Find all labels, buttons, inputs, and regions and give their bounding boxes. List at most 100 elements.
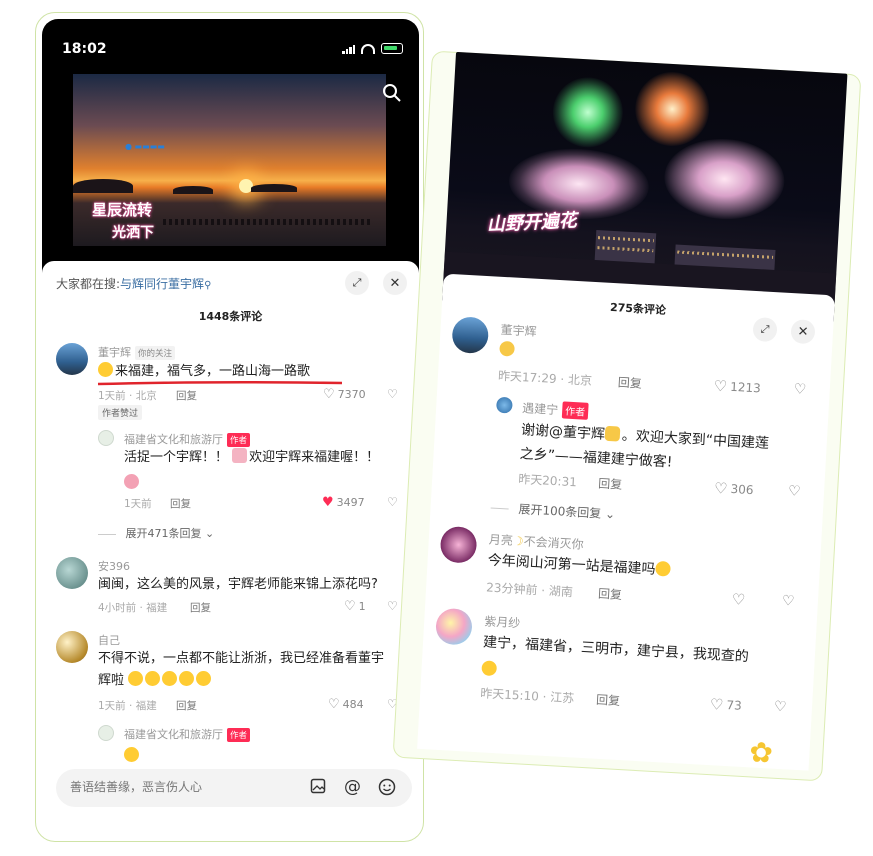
reply-button[interactable]: 回复 [176,388,197,403]
grinning-emoji-icon [655,560,671,577]
author-name: 月亮 [488,532,514,548]
thumbs-up-emoji-icon [162,671,178,686]
expand-replies-button[interactable]: 展开100条回复 ⌄ [490,499,615,523]
emoji-icon[interactable] [378,778,396,800]
expand-label: 展开471条回复 [125,527,202,540]
like-count: 1 [358,600,366,613]
comment-author[interactable]: 董宇辉 你的关注 [98,344,176,360]
like-button[interactable]: ♡ 7370 [323,387,366,402]
trending-query[interactable]: 与辉同行董宇辉 [120,277,204,291]
like-button[interactable]: ♡ 306 [714,479,754,499]
close-icon[interactable]: ✕ [383,271,407,295]
reply-button[interactable]: 回复 [176,698,197,713]
mention-icon[interactable]: @ [344,777,361,797]
author-tag: 作者 [227,728,251,742]
image-icon[interactable] [310,778,326,798]
chevron-down-icon: ⌄ [600,506,616,522]
comment-meta: 昨天17:29 · 北京 [497,368,593,388]
reply-meta: 1天前 [124,498,152,510]
comment-body: 辉啦 [98,673,125,688]
video-thumbnail-sunset[interactable]: ● ▬▬▬▬ [73,74,386,246]
avatar[interactable] [439,525,478,564]
like-button[interactable]: ♡ 73 [710,695,743,715]
reply-author[interactable]: 福建省文化和旅游厅 作者 [124,726,251,742]
reply-author[interactable]: 遇建宁 作者 [522,399,589,420]
avatar[interactable] [56,343,88,375]
dislike-icon[interactable]: ♡ [793,381,806,398]
avatar[interactable] [56,631,88,663]
expand-replies-button[interactable]: 展开471条回复 ⌄ [98,525,215,541]
comment-input[interactable] [68,779,288,795]
avatar[interactable] [56,557,88,589]
comment-text: 建宁，福建省，三明市，建宁县，我现查的 [482,634,750,666]
reply-button[interactable]: 回复 [617,373,642,391]
dislike-icon[interactable]: ♡ [387,495,398,509]
like-count: 7370 [337,388,366,401]
like-count: 3497 [336,496,365,509]
like-button[interactable]: ♡ [731,590,745,609]
reply-author[interactable]: 福建省文化和旅游厅 作者 [124,431,251,447]
thumbs-up-emoji-icon [128,671,144,686]
dislike-icon[interactable]: ♡ [788,483,801,500]
avatar[interactable] [98,725,114,741]
like-button[interactable]: ♥ 3497 [322,495,365,510]
channel-logo: ● ▬▬▬▬ [125,142,165,151]
expand-label: 展开100条回复 [518,502,602,521]
shocked-emoji-icon [124,745,141,764]
comment-body: 今年阅山河第一站是福建吗 [487,552,656,578]
avatar[interactable] [434,607,473,646]
dislike-icon[interactable]: ♡ [387,599,398,613]
comment-meta: 23分钟前 · 湖南 [485,580,574,600]
like-button[interactable]: ♡ 1 [344,599,366,614]
avatar[interactable] [495,396,513,414]
thumbs-up-emoji-icon [196,671,212,686]
expand-icon[interactable]: ⤢ [752,316,778,343]
close-icon[interactable]: ✕ [790,319,816,345]
comment-author[interactable]: 紫月纱 [484,612,521,631]
comment-text: 闽闽，这么美的风景，宇辉老师能来锦上添花吗? [98,577,378,592]
kiss-emoji-icon [124,472,141,491]
moon-icon: ☽ [512,533,525,549]
reply-body: 欢迎宇辉来福建喔！！ [249,450,380,465]
comment-body: 来福建，福气多，一路山海一路歌 [115,364,311,379]
reply-button[interactable]: 回复 [190,600,211,615]
reply-button[interactable]: 回复 [170,496,191,511]
reply-body: 谢谢@董宇辉 [520,422,606,443]
comment-input-bar[interactable]: @ [56,769,412,807]
like-count: 1213 [729,379,762,396]
heart-filled-icon: ♥ [322,495,334,510]
author-name: 董宇辉 [98,346,131,359]
author-name: 不会消灭你 [523,534,584,552]
wifi-icon [361,43,375,54]
reply-button[interactable]: 回复 [598,585,623,603]
comment-author[interactable]: 董宇辉 [500,321,537,340]
comment-author[interactable]: 安396 [98,558,130,574]
dislike-icon[interactable]: ♡ [781,593,794,610]
heart-icon: ♡ [713,376,728,396]
like-count: 73 [726,698,743,713]
trending-search[interactable]: 大家都在搜:与辉同行董宇辉⚲ [56,275,211,292]
reply-button[interactable]: 回复 [596,691,621,709]
dislike-icon[interactable]: ♡ [387,387,398,401]
flower-sticker-icon: ✿ [748,735,774,770]
avatar[interactable] [451,316,490,355]
dislike-icon[interactable]: ♡ [774,699,787,716]
like-button[interactable]: ♡ 1213 [713,377,761,398]
video-overlay-text: 山野开遍花 [486,210,578,236]
like-button[interactable]: ♡ 484 [328,697,364,712]
red-underline-annotation [97,380,343,386]
search-icon[interactable] [382,83,402,107]
avatar[interactable] [98,430,114,446]
firework-graphic [662,135,787,223]
signal-icon [342,44,355,54]
status-icons [342,43,403,54]
comment-count: 1448条评论 [198,310,263,323]
reply-button[interactable]: 回复 [598,475,623,493]
video-overlay-text: 光洒下 [112,225,154,241]
comment-meta: 昨天15:10 · 江苏 [479,686,575,706]
expand-icon[interactable]: ⤢ [345,271,369,295]
comment-author[interactable]: 自己 [98,632,120,648]
chevron-down-icon: ⌄ [201,527,215,540]
island-graphic [251,184,297,192]
reply-body: 活捉一个宇辉！！ [124,450,229,465]
